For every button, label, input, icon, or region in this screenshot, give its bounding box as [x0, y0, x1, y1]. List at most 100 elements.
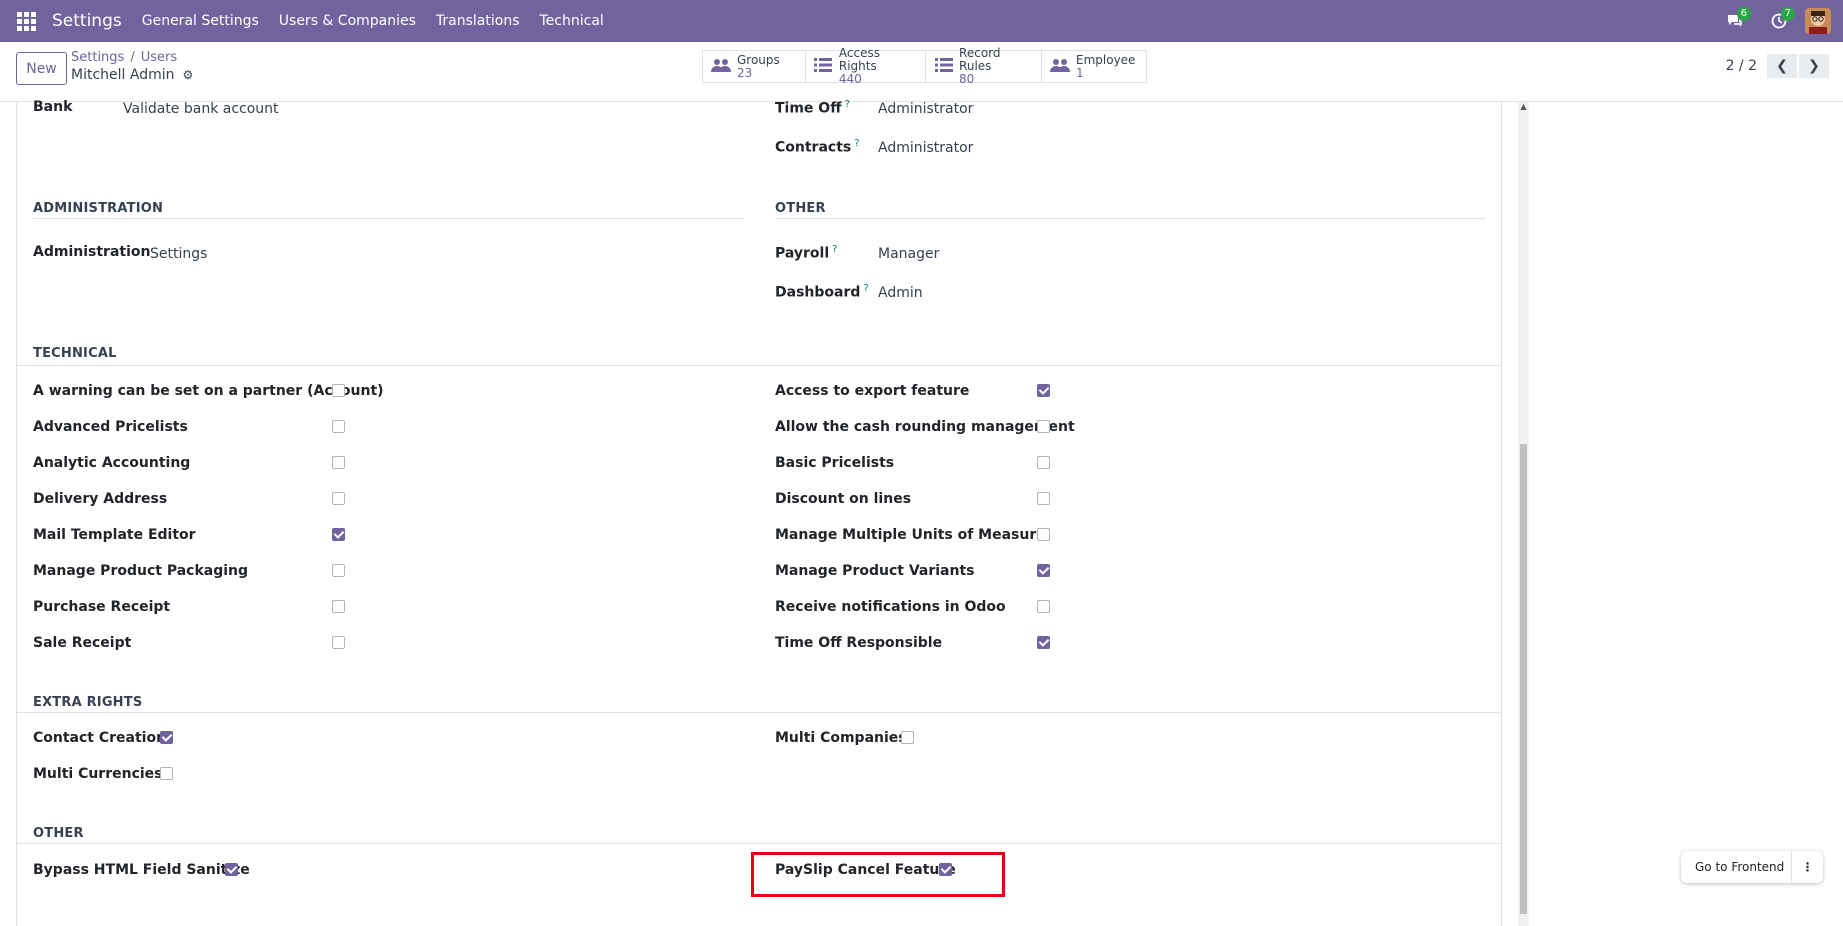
technical-right-checkbox[interactable] — [1037, 528, 1050, 541]
employee-smart-button[interactable]: Employee 1 — [1042, 51, 1146, 82]
go-to-frontend-widget: Go to Frontend ⋮ — [1681, 851, 1823, 883]
technical-left-label: Purchase Receipt — [33, 599, 171, 615]
users-icon — [711, 57, 731, 77]
activities-button[interactable]: 7 — [1757, 0, 1801, 42]
pager-next-button[interactable]: ❯ — [1799, 54, 1829, 78]
payroll-value[interactable]: Manager — [878, 246, 939, 262]
menu-translations[interactable]: Translations — [436, 13, 520, 29]
contracts-label: Contracts? — [775, 138, 860, 156]
app-brand[interactable]: Settings — [52, 11, 122, 31]
technical-left-label: Advanced Pricelists — [33, 419, 188, 435]
contact-creation-label: Contact Creation — [33, 730, 167, 746]
form-sheet — [16, 102, 1502, 926]
bypass-html-checkbox[interactable] — [225, 863, 238, 876]
technical-right-label: Discount on lines — [775, 491, 912, 507]
breadcrumb-users[interactable]: Users — [141, 50, 177, 65]
technical-left-checkbox[interactable] — [332, 636, 345, 649]
technical-left-checkbox[interactable] — [332, 456, 345, 469]
activities-count-badge: 7 — [1780, 7, 1795, 21]
breadcrumb: Settings / Users — [71, 50, 178, 65]
technical-right-checkbox[interactable] — [1037, 420, 1050, 433]
record-rules-smart-button[interactable]: Record Rules 80 — [926, 47, 1042, 86]
administration-label: Administration — [33, 244, 151, 260]
chevron-left-icon: ❮ — [1776, 58, 1788, 74]
multi-currencies-label: Multi Currencies — [33, 766, 163, 782]
access-rights-smart-button[interactable]: Access Rights 440 — [806, 47, 926, 86]
multi-companies-checkbox[interactable] — [901, 731, 914, 744]
record-title: Mitchell Admin ⚙ — [71, 67, 193, 83]
technical-right-checkbox[interactable] — [1037, 384, 1050, 397]
employee-label: Employee — [1076, 52, 1136, 67]
help-tooltip-icon[interactable]: ? — [832, 244, 837, 255]
list-icon — [934, 57, 953, 76]
technical-right-checkbox[interactable] — [1037, 492, 1050, 505]
bypass-html-label: Bypass HTML Field Sanitize — [33, 862, 250, 878]
go-to-frontend-button[interactable]: Go to Frontend — [1681, 860, 1791, 874]
new-button[interactable]: New — [16, 52, 67, 85]
menu-users-companies[interactable]: Users & Companies — [279, 13, 416, 29]
pager-previous-button[interactable]: ❮ — [1767, 54, 1797, 78]
record-rules-label: Record Rules — [959, 46, 1001, 73]
employee-count: 1 — [1076, 65, 1084, 80]
technical-right-label: Manage Product Variants — [775, 563, 975, 579]
multi-companies-label: Multi Companies — [775, 730, 907, 746]
technical-left-checkbox[interactable] — [332, 384, 345, 397]
dashboard-value[interactable]: Admin — [878, 285, 923, 301]
list-icon — [814, 57, 833, 76]
menu-general-settings[interactable]: General Settings — [142, 13, 259, 29]
menu-technical[interactable]: Technical — [540, 13, 604, 29]
help-tooltip-icon[interactable]: ? — [845, 99, 850, 110]
technical-right-checkbox[interactable] — [1037, 636, 1050, 649]
other-bottom-section-title: OTHER — [33, 826, 84, 841]
other-separator — [775, 218, 1486, 219]
other-bottom-separator — [17, 843, 1502, 844]
smart-buttons: Groups 23 Access Rights 440 Record Rules 80… — [702, 47, 1147, 86]
technical-left-checkbox[interactable] — [332, 564, 345, 577]
users-icon — [1050, 57, 1070, 77]
groups-count: 23 — [737, 65, 753, 80]
technical-left-label: Mail Template Editor — [33, 527, 196, 543]
pager-value[interactable]: 2 / 2 — [1726, 58, 1757, 74]
contact-creation-checkbox[interactable] — [160, 731, 173, 744]
timeoff-label: Time Off? — [775, 99, 850, 117]
technical-left-label: Sale Receipt — [33, 635, 132, 651]
technical-left-label: Analytic Accounting — [33, 455, 191, 471]
more-options-icon[interactable]: ⋮ — [1791, 851, 1823, 883]
app-menu-icon[interactable] — [0, 0, 52, 42]
chevron-right-icon: ❯ — [1808, 58, 1820, 74]
user-avatar[interactable] — [1805, 8, 1831, 34]
contracts-value[interactable]: Administrator — [878, 140, 973, 156]
help-tooltip-icon[interactable]: ? — [863, 283, 868, 294]
technical-right-label: Access to export feature — [775, 383, 970, 399]
access-rights-label: Access Rights — [838, 46, 880, 73]
breadcrumb-settings[interactable]: Settings — [71, 50, 124, 65]
technical-left-checkbox[interactable] — [332, 600, 345, 613]
messages-button[interactable]: 6 — [1713, 0, 1757, 42]
help-tooltip-icon[interactable]: ? — [854, 138, 859, 149]
technical-right-checkbox[interactable] — [1037, 600, 1050, 613]
payroll-label: Payroll? — [775, 244, 838, 262]
timeoff-value[interactable]: Administrator — [878, 101, 973, 117]
extra-rights-separator — [17, 712, 1502, 713]
groups-smart-button[interactable]: Groups 23 — [703, 51, 806, 82]
record-rules-count: 80 — [959, 72, 975, 86]
extra-rights-section-title: EXTRA RIGHTS — [33, 695, 143, 710]
technical-right-label: Basic Pricelists — [775, 455, 895, 471]
scroll-up-arrow-icon[interactable]: ▲ — [1518, 102, 1529, 116]
form-scrollbar[interactable]: ▲ — [1518, 102, 1529, 926]
highlight-box — [751, 852, 1005, 897]
other-section-title: OTHER — [775, 201, 826, 216]
gear-icon[interactable]: ⚙ — [183, 68, 194, 82]
administration-section-title: ADMINISTRATION — [33, 201, 164, 216]
technical-right-checkbox[interactable] — [1037, 456, 1050, 469]
technical-left-checkbox[interactable] — [332, 420, 345, 433]
bank-value[interactable]: Validate bank account — [123, 101, 279, 117]
top-navbar: Settings General Settings Users & Compan… — [0, 0, 1843, 42]
technical-left-checkbox[interactable] — [332, 492, 345, 505]
multi-currencies-checkbox[interactable] — [160, 767, 173, 780]
technical-right-label: Allow the cash rounding management — [775, 419, 1075, 435]
scroll-thumb[interactable] — [1520, 444, 1527, 914]
technical-right-checkbox[interactable] — [1037, 564, 1050, 577]
administration-value[interactable]: Settings — [150, 246, 207, 262]
technical-left-checkbox[interactable] — [332, 528, 345, 541]
